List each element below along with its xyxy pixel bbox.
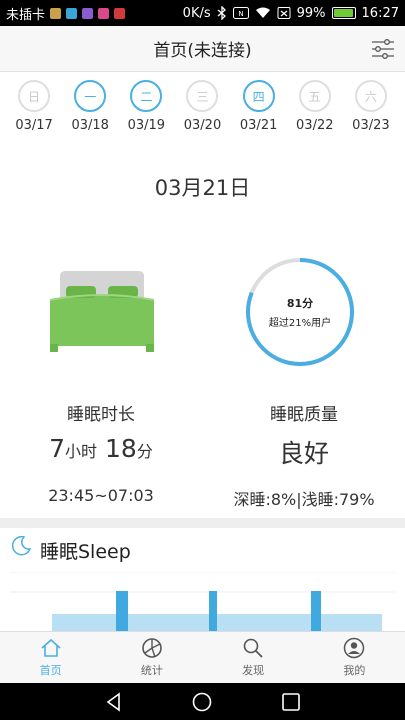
day-item[interactable]: 三 03/20: [178, 80, 226, 144]
profile-icon: [344, 637, 365, 659]
day-item[interactable]: 四 03/21: [235, 80, 283, 144]
duration-label: 睡眠时长: [67, 405, 135, 425]
status-right: 0K/s N 99% 16:27: [183, 6, 399, 21]
sleep-section-title: 睡眠Sleep: [40, 541, 131, 563]
weekday-circle: 一: [74, 80, 107, 112]
moon-icon: [11, 535, 32, 556]
quality-label: 睡眠质量: [270, 405, 338, 425]
stats-icon: [142, 638, 162, 658]
weekday-circle: 六: [354, 80, 387, 112]
day-date: 03/23: [352, 118, 390, 133]
carrier-text: 未插卡: [6, 7, 46, 23]
notification-icon-3: [82, 7, 94, 19]
wifi-icon: [255, 7, 270, 18]
day-date: 03/20: [183, 118, 222, 133]
day-item[interactable]: 五 03/22: [291, 80, 339, 144]
selected-date: 03月21日: [154, 176, 251, 200]
nav-stats[interactable]: 统计: [101, 632, 202, 683]
nfc-icon: N: [232, 7, 249, 19]
deep-sleep-bar: [311, 591, 321, 632]
weekday-circle: 四: [242, 80, 275, 112]
nav-profile[interactable]: 我的: [304, 632, 405, 683]
nav-label: 首页: [39, 664, 62, 677]
bottom-nav: 首页 统计 发现 我的: [0, 631, 405, 683]
day-item[interactable]: 一 03/18: [66, 80, 114, 144]
day-item[interactable]: 二 03/19: [122, 80, 170, 144]
nav-label: 发现: [242, 664, 265, 677]
svg-text:N: N: [238, 10, 243, 18]
battery-fill: [333, 9, 354, 17]
no-sim-icon: [277, 7, 291, 19]
nav-discover[interactable]: 发现: [203, 632, 304, 683]
clock: 16:27: [361, 5, 399, 21]
notification-icon-4: [98, 7, 110, 19]
deep-sleep-bar: [116, 591, 128, 632]
score-percentile: 超过21%用户: [268, 318, 332, 329]
ring-text: 81分 超过21%用户: [244, 256, 356, 368]
notification-icon-5: [114, 7, 126, 19]
nav-label: 我的: [343, 664, 366, 677]
sleep-chart: [10, 572, 395, 632]
nav-home[interactable]: 首页: [0, 632, 101, 683]
battery-icon: [331, 7, 356, 19]
recents-icon[interactable]: [280, 691, 302, 713]
bluetooth-icon: [217, 6, 226, 20]
hours-unit: 小时: [65, 442, 98, 461]
sleep-score-ring: 81分 超过21%用户: [244, 256, 356, 368]
weekday-circle: 二: [130, 80, 163, 112]
week-strip: 日 03/17 一 03/18 二 03/19 三 03/20 四 03/21 五 03/2…: [0, 80, 405, 144]
section-divider: [0, 518, 405, 528]
notification-icon-2: [66, 7, 78, 19]
day-item[interactable]: 六 03/23: [347, 80, 395, 144]
minutes-unit: 分: [136, 442, 153, 461]
day-date: 03/21: [239, 118, 278, 133]
page-title: 首页(未连接): [153, 41, 252, 61]
sleep-breakdown: 深睡:8%|浅睡:79%: [233, 490, 375, 509]
day-item[interactable]: 日 03/17: [10, 80, 58, 144]
search-icon: [243, 638, 263, 658]
quality-value: 良好: [278, 439, 329, 468]
status-left: 未插卡: [6, 4, 126, 23]
bed-icon: [49, 271, 155, 352]
notification-icon-1: [50, 7, 62, 19]
duration-value: 7小时 18分: [0, 434, 202, 463]
home-icon: [41, 638, 61, 657]
weekday-circle: 三: [186, 80, 219, 112]
weekday-circle: 日: [18, 80, 51, 112]
home-button-icon[interactable]: [191, 691, 213, 713]
network-speed: 0K/s: [182, 5, 211, 21]
duration-minutes: 18: [105, 434, 137, 463]
day-date: 03/19: [127, 118, 166, 133]
app-header: 首页(未连接): [0, 26, 405, 72]
day-date: 03/17: [15, 118, 53, 133]
day-date: 03/18: [71, 118, 109, 133]
sleep-score: 81分: [286, 297, 314, 310]
deep-sleep-bar: [209, 591, 217, 632]
day-date: 03/22: [296, 118, 334, 133]
status-bar: 未插卡 0K/s N 99% 16:27: [0, 0, 405, 26]
duration-hours: 7: [49, 434, 66, 463]
nav-label: 统计: [140, 664, 163, 677]
system-nav-bar: [0, 683, 405, 720]
sleep-time-range: 23:45~07:03: [48, 486, 154, 505]
settings-sliders-icon[interactable]: [371, 37, 395, 61]
back-icon[interactable]: [103, 691, 125, 713]
weekday-circle: 五: [298, 80, 331, 112]
battery-percent: 99%: [296, 5, 326, 21]
